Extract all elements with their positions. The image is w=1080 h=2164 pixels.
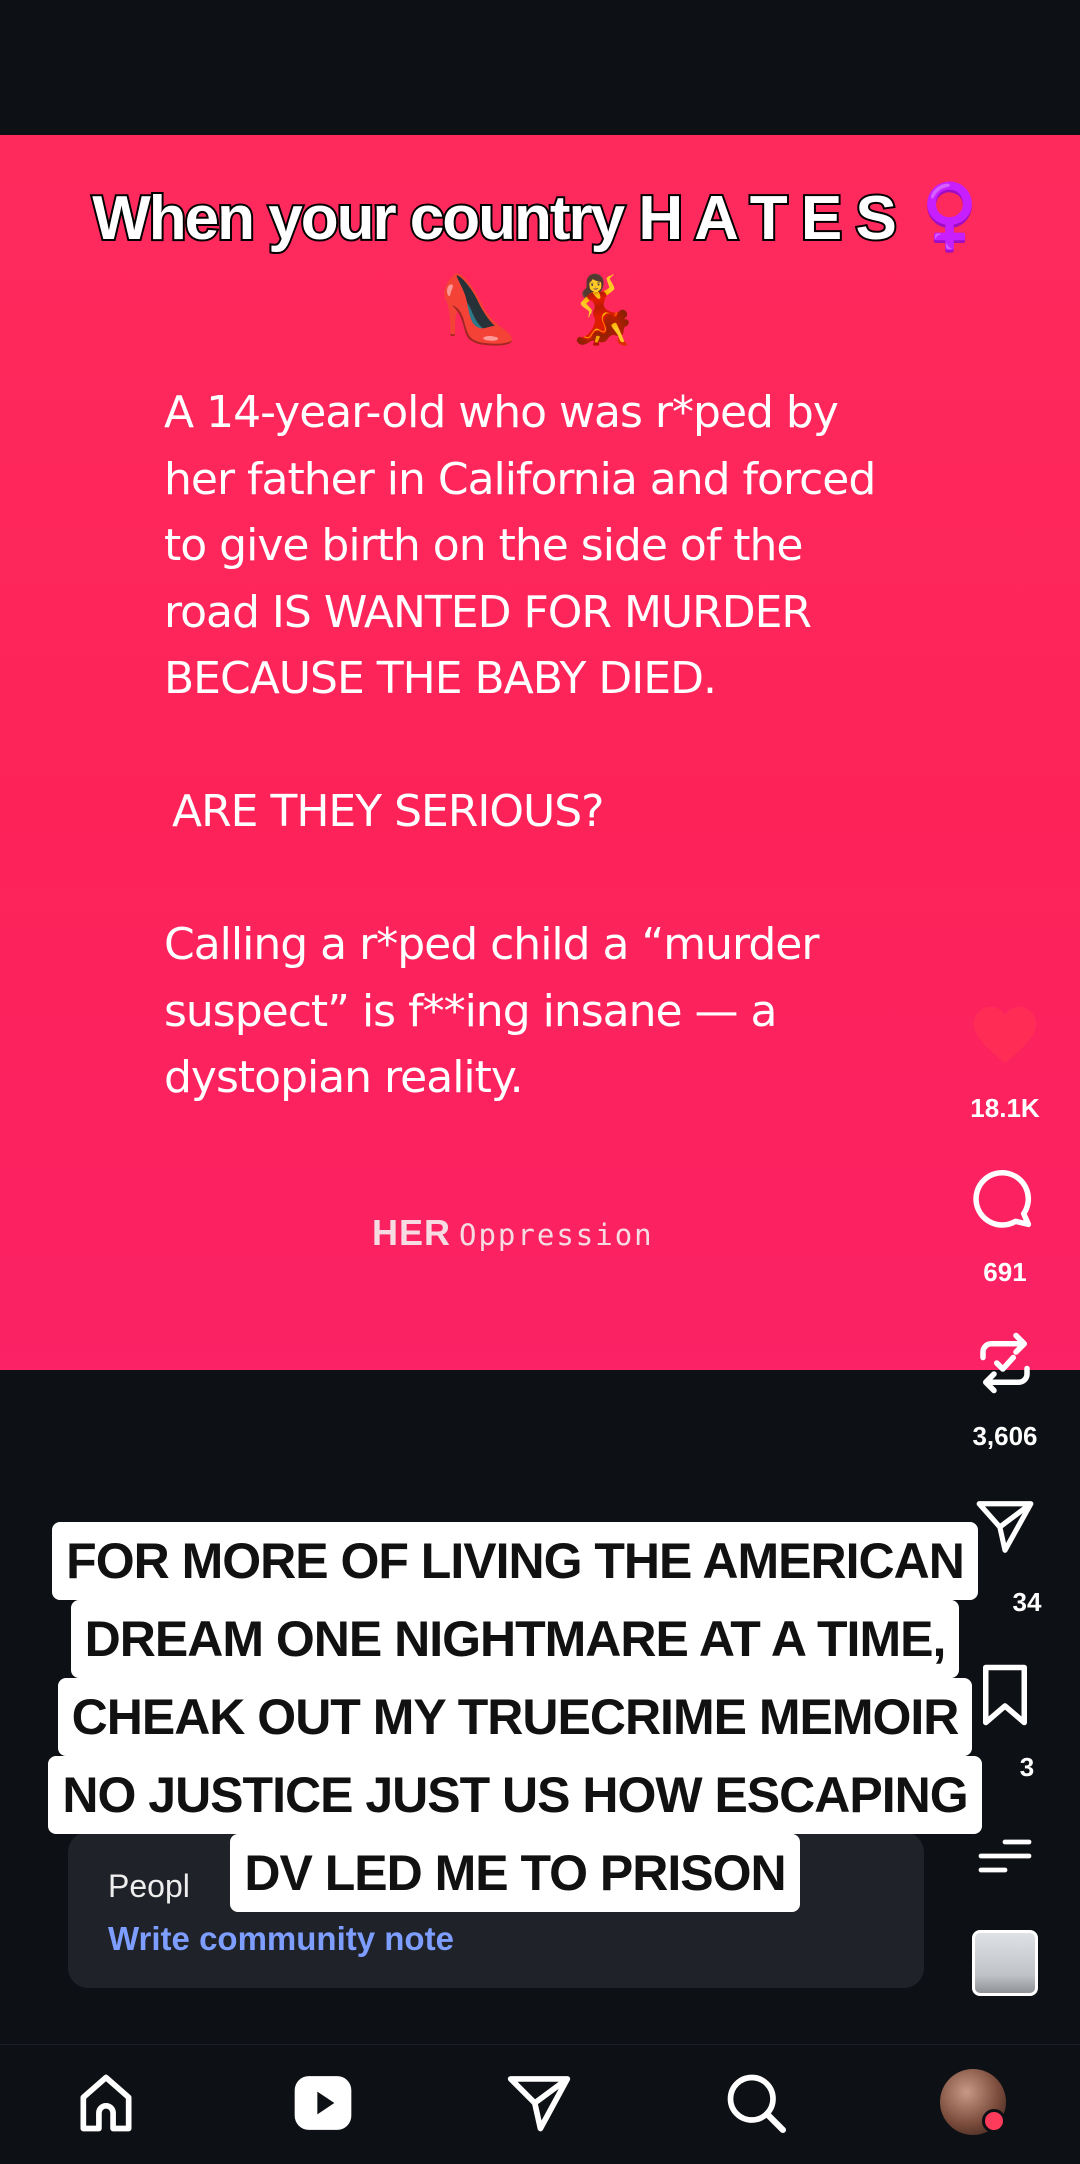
nav-home[interactable] xyxy=(72,2069,142,2139)
post-title-text: When your country H A T E S xyxy=(90,182,899,255)
brand-text: Oppression xyxy=(459,1218,654,1252)
comment-icon xyxy=(973,1170,1032,1228)
female-sign-icon: ♀️ xyxy=(910,181,990,253)
dancer-icon: 💃 xyxy=(560,271,643,348)
post-body-line: road IS WANTED FOR MURDER xyxy=(164,586,812,638)
screen: When your country H A T E S ♀️ 👠 💃 A 14-… xyxy=(0,0,1080,2164)
post-body-line: BECAUSE THE BABY DIED. xyxy=(164,653,717,704)
post-body-spacer xyxy=(164,846,984,913)
like-count: 18.1K xyxy=(970,1093,1040,1123)
audio-cover-image xyxy=(972,1930,1038,1996)
heart-icon xyxy=(974,1006,1036,1064)
nav-messages[interactable] xyxy=(505,2069,575,2139)
brand-watermark: HER Oppression xyxy=(372,1212,654,1254)
repost-icon xyxy=(980,1332,1030,1394)
comment-button[interactable] xyxy=(930,1168,1080,1234)
like-button[interactable] xyxy=(930,1004,1080,1066)
reels-icon xyxy=(294,2076,352,2130)
caption-line: DREAM ONE NIGHTMARE AT A TIME, xyxy=(70,1600,960,1678)
bottom-navigation xyxy=(0,2044,1080,2164)
post-body: A 14-year-old who was r*ped by her fathe… xyxy=(164,380,984,1112)
post-body-line: A 14-year-old who was r*ped by xyxy=(164,387,839,438)
home-icon xyxy=(80,2074,132,2132)
write-community-note-link[interactable]: Write community note xyxy=(108,1920,454,1958)
post-body-line: ARE THEY SERIOUS? xyxy=(172,786,605,837)
notification-dot xyxy=(982,2109,1006,2133)
nav-search[interactable] xyxy=(722,2069,792,2139)
profile-avatar xyxy=(940,2069,1006,2135)
messages-icon xyxy=(507,2076,571,2132)
audio-thumbnail[interactable] xyxy=(930,1930,1080,1996)
post-body-line: Calling a r*ped child a “murder xyxy=(164,919,819,970)
emoji-row: 👠 💃 xyxy=(0,270,1080,350)
search-icon xyxy=(727,2074,787,2134)
caption-line: DV LED ME TO PRISON xyxy=(230,1834,800,1912)
post-body-line: dystopian reality. xyxy=(164,1052,524,1103)
caption-overlay: FOR MORE OF LIVING THE AMERICAN DREAM ON… xyxy=(0,1522,1030,1912)
caption-line: FOR MORE OF LIVING THE AMERICAN xyxy=(52,1522,978,1600)
nav-reels[interactable] xyxy=(289,2069,359,2139)
nav-profile[interactable] xyxy=(940,2069,1010,2139)
caption-line: CHEAK OUT MY TRUECRIME MEMOIR xyxy=(57,1678,973,1756)
high-heel-icon: 👠 xyxy=(437,271,520,348)
post-body-line: to give birth on the side of the xyxy=(164,520,804,571)
caption-line: NO JUSTICE JUST US HOW ESCAPING xyxy=(48,1756,982,1834)
brand-bold: HER xyxy=(372,1212,452,1253)
repost-count: 3,606 xyxy=(972,1421,1038,1451)
comment-count: 691 xyxy=(983,1257,1027,1287)
post-body-line: suspect” is f**ing insane — a xyxy=(164,985,778,1037)
repost-button[interactable] xyxy=(930,1330,1080,1396)
post-title: When your country H A T E S ♀️ xyxy=(20,180,1060,255)
post-body-spacer xyxy=(164,713,984,780)
post-body-line: her father in California and forced xyxy=(164,453,876,505)
